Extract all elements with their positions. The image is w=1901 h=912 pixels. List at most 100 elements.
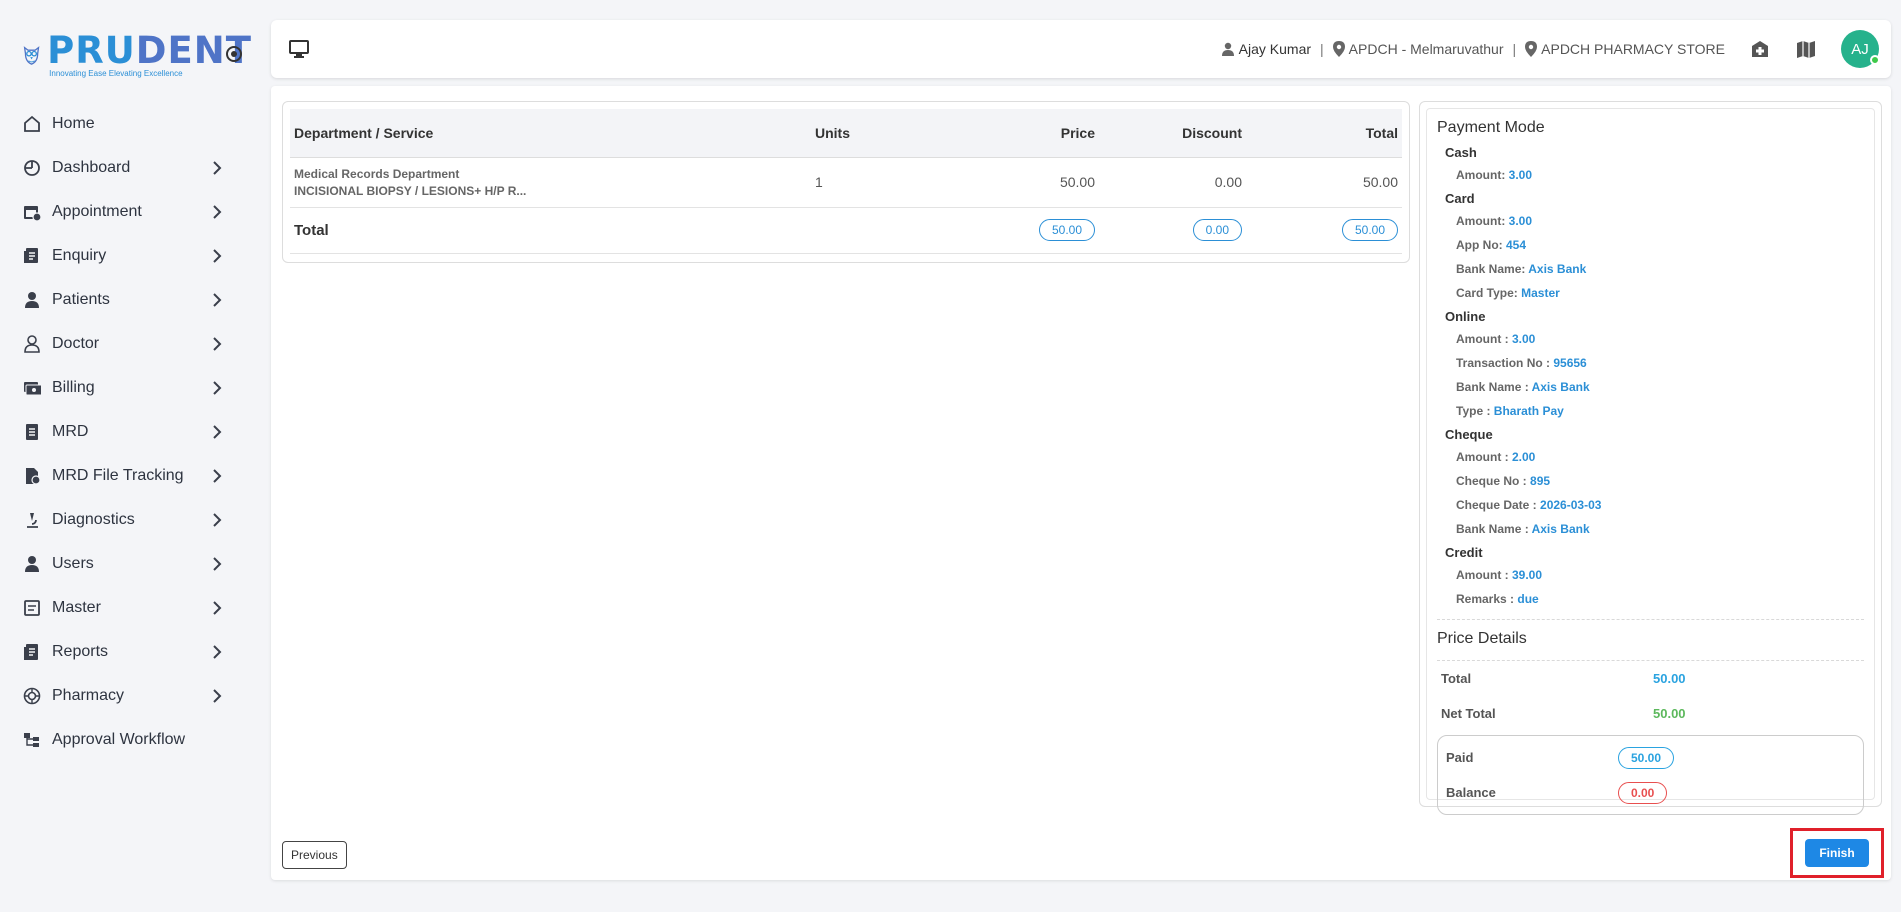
sidebar: PRUDENT Innovating Ease Elevating Excell… bbox=[0, 0, 268, 912]
sidebar-item-reports[interactable]: Reports bbox=[0, 630, 268, 674]
chevron-right-icon bbox=[212, 380, 222, 396]
microscope-icon bbox=[22, 510, 42, 530]
card-type: Card Type: Master bbox=[1456, 286, 1560, 300]
chevron-right-icon bbox=[212, 688, 222, 704]
owl-logo-icon bbox=[23, 46, 40, 65]
chevron-right-icon bbox=[212, 512, 222, 528]
clinic-icon bbox=[1752, 41, 1768, 57]
online-transaction-no: Transaction No : 95656 bbox=[1456, 356, 1587, 370]
paid-label: Paid bbox=[1446, 750, 1474, 765]
sidebar-item-billing[interactable]: Billing bbox=[0, 366, 268, 410]
card-bank-name: Bank Name: Axis Bank bbox=[1456, 262, 1587, 276]
sidebar-item-label: Reports bbox=[52, 643, 109, 660]
paid-balance-box: Paid 50.00 Balance 0.00 bbox=[1437, 735, 1864, 815]
sidebar-item-pharmacy[interactable]: Pharmacy bbox=[0, 674, 268, 718]
sidebar-item-label: Appointment bbox=[52, 203, 142, 220]
online-status-dot bbox=[1870, 55, 1880, 65]
cheque-amount: Amount : 2.00 bbox=[1456, 450, 1536, 464]
totals-row: Total 50.00 0.00 50.00 bbox=[290, 207, 1402, 254]
chevron-right-icon bbox=[212, 292, 222, 308]
current-location[interactable]: APDCH - Melmaruvathur bbox=[1332, 41, 1504, 57]
separator: | bbox=[1320, 41, 1324, 57]
sidebar-item-appointment[interactable]: Appointment bbox=[0, 190, 268, 234]
enquiry-icon bbox=[22, 246, 42, 266]
user-name: Ajay Kumar bbox=[1238, 41, 1312, 57]
sidebar-item-users[interactable]: Users bbox=[0, 542, 268, 586]
total-price-badge: 50.00 bbox=[1038, 219, 1095, 241]
sidebar-item-approval-workflow[interactable]: Approval Workflow bbox=[0, 718, 268, 762]
current-user[interactable]: Ajay Kumar bbox=[1221, 41, 1311, 57]
card-heading: Card bbox=[1445, 191, 1475, 206]
sidebar-item-label: Dashboard bbox=[52, 159, 131, 176]
pharmacy-icon bbox=[22, 686, 42, 706]
chevron-right-icon bbox=[212, 556, 222, 572]
sidebar-item-dashboard[interactable]: Dashboard bbox=[0, 146, 268, 190]
user-icon bbox=[22, 554, 42, 574]
workflow-icon bbox=[22, 730, 42, 750]
cheque-bank-name: Bank Name : Axis Bank bbox=[1456, 522, 1590, 536]
document-icon bbox=[22, 422, 42, 442]
payment-mode-title: Payment Mode bbox=[1437, 119, 1545, 136]
avatar[interactable]: AJ bbox=[1841, 30, 1880, 68]
col-header-discount: Discount bbox=[1099, 109, 1246, 158]
user-icon bbox=[1221, 42, 1234, 56]
clinic-switch-button[interactable] bbox=[1749, 38, 1771, 60]
doctor-icon bbox=[22, 334, 42, 354]
services-card: Department / Service Units Price Discoun… bbox=[282, 101, 1410, 263]
sidebar-item-label: MRD bbox=[52, 423, 89, 440]
store-name: APDCH PHARMACY STORE bbox=[1541, 41, 1725, 57]
map-button[interactable] bbox=[1795, 38, 1817, 60]
sidebar-item-label: Enquiry bbox=[52, 247, 107, 264]
chevron-right-icon bbox=[212, 204, 222, 220]
sidebar-nav: Home Dashboard Appointment Enquiry Patients D… bbox=[0, 102, 268, 762]
sidebar-item-mrd[interactable]: MRD bbox=[0, 410, 268, 454]
online-bank-name: Bank Name : Axis Bank bbox=[1456, 380, 1590, 394]
previous-button[interactable]: Previous bbox=[282, 841, 347, 869]
table-header-row: Department / Service Units Price Discoun… bbox=[290, 109, 1402, 158]
credit-heading: Credit bbox=[1445, 545, 1483, 560]
sidebar-item-label: Pharmacy bbox=[52, 687, 125, 704]
sidebar-item-master[interactable]: Master bbox=[0, 586, 268, 630]
prudent-logo[interactable]: PRUDENT Innovating Ease Elevating Excell… bbox=[22, 28, 252, 82]
sidebar-toggle-radio[interactable] bbox=[226, 46, 242, 62]
main-panel: Department / Service Units Price Discoun… bbox=[271, 86, 1891, 880]
balance-badge: 0.00 bbox=[1618, 781, 1668, 804]
sidebar-item-home[interactable]: Home bbox=[0, 102, 268, 146]
cash-heading: Cash bbox=[1445, 145, 1477, 160]
credit-amount: Amount : 39.00 bbox=[1456, 568, 1543, 582]
net-total-value: 50.00 bbox=[1653, 706, 1686, 721]
service-units: 1 bbox=[811, 157, 955, 208]
sidebar-item-label: MRD File Tracking bbox=[52, 467, 184, 484]
price-total-row: Total 50.00 bbox=[1437, 661, 1864, 696]
cheque-no: Cheque No : 895 bbox=[1456, 474, 1551, 488]
current-store[interactable]: APDCH PHARMACY STORE bbox=[1525, 41, 1725, 57]
location-name: APDCH - Melmaruvathur bbox=[1348, 41, 1504, 57]
sidebar-item-doctor[interactable]: Doctor bbox=[0, 322, 268, 366]
chevron-right-icon bbox=[212, 336, 222, 352]
finish-button[interactable]: Finish bbox=[1805, 839, 1869, 867]
sidebar-item-enquiry[interactable]: Enquiry bbox=[0, 234, 268, 278]
report-icon bbox=[22, 642, 42, 662]
brand-name: PRUDENT bbox=[47, 29, 252, 72]
sidebar-item-mrd-file-tracking[interactable]: MRD File Tracking bbox=[0, 454, 268, 498]
top-bar: Ajay Kumar | APDCH - Melmaruvathur | APD… bbox=[271, 20, 1891, 78]
credit-remarks: Remarks : due bbox=[1456, 592, 1539, 606]
file-tracking-icon bbox=[22, 466, 42, 486]
sidebar-item-patients[interactable]: Patients bbox=[0, 278, 268, 322]
sidebar-item-diagnostics[interactable]: Diagnostics bbox=[0, 498, 268, 542]
col-header-units: Units bbox=[811, 109, 955, 158]
sidebar-item-label: Doctor bbox=[52, 335, 100, 352]
sidebar-item-label: Users bbox=[52, 555, 94, 572]
payment-summary-card: Payment Mode Cash Amount: 3.00 Card Amou… bbox=[1419, 101, 1882, 815]
sidebar-item-label: Patients bbox=[52, 291, 110, 308]
col-header-total: Total bbox=[1246, 109, 1402, 158]
paid-row: Paid 50.00 bbox=[1438, 740, 1863, 775]
totals-label: Total bbox=[290, 207, 811, 254]
monitor-icon[interactable] bbox=[289, 39, 309, 59]
finish-highlight: Finish bbox=[1790, 828, 1884, 878]
price-total-value: 50.00 bbox=[1653, 671, 1686, 686]
chevron-right-icon bbox=[212, 468, 222, 484]
sidebar-item-label: Master bbox=[52, 599, 101, 616]
calendar-icon bbox=[22, 202, 42, 222]
map-icon bbox=[1797, 41, 1815, 58]
